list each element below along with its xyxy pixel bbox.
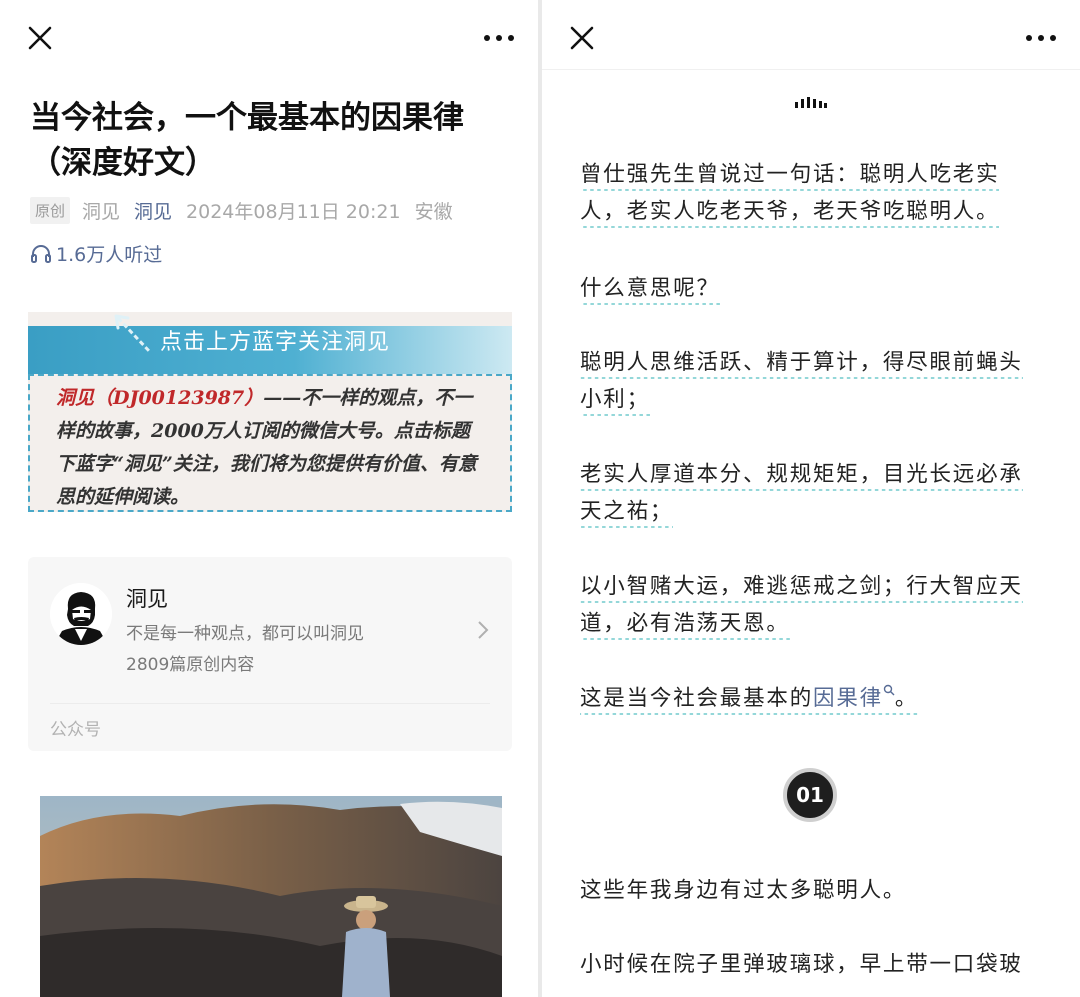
paragraph-1-text: 曾仕强先生曾说过一句话：聪明人吃老实人，老实人吃老天爷，老天爷吃聪明人。	[580, 162, 1000, 228]
causality-link-text: 因果律	[813, 686, 883, 711]
banner-description-box: 洞见（DJ00123987）——不一样的观点，不一样的故事，2000万人订阅的微…	[28, 374, 512, 512]
publish-date: 2024年08月11日 20:21	[186, 201, 401, 223]
author-name: 洞见	[82, 201, 121, 223]
top-bar	[542, 0, 1080, 70]
more-icon	[1026, 35, 1056, 41]
article-photo	[40, 796, 502, 997]
close-button[interactable]	[24, 22, 56, 54]
top-bar	[0, 0, 538, 70]
paragraph-7: 这些年我身边有过太多聪明人。	[580, 872, 1044, 909]
right-article-panel: 曾仕强先生曾说过一句话：聪明人吃老实人，老实人吃老天爷，老天爷吃聪明人。 什么意…	[542, 0, 1080, 997]
search-icon	[883, 684, 895, 696]
paragraph-6-text: 这是当今社会最基本的	[580, 686, 814, 711]
chevron-right-icon[interactable]	[476, 619, 490, 641]
more-icon	[484, 35, 514, 41]
original-tag: 原创	[30, 197, 71, 224]
paragraph-2: 什么意思呢？	[580, 270, 1044, 307]
paragraph-5-text: 以小智赌大运，难逃惩戒之剑；行大智应天道，必有浩荡天恩。	[580, 574, 1023, 640]
article-meta: 原创 洞见 洞见 2024年08月11日 20:21 安徽	[30, 197, 453, 224]
banner-account-id: 洞见（DJ00123987）	[56, 387, 264, 409]
paragraph-6: 这是当今社会最基本的因果律。	[580, 680, 1044, 717]
causality-link[interactable]: 因果律	[813, 684, 895, 711]
paragraph-8-text: 小时候在院子里弹玻璃球，早上带一口袋玻	[580, 952, 1023, 977]
left-article-panel: 当今社会，一个最基本的因果律（深度好文） 原创 洞见 洞见 2024年08月11…	[0, 0, 538, 997]
paragraph-5: 以小智赌大运，难逃惩戒之剑；行大智应天道，必有浩荡天恩。	[580, 568, 1044, 642]
paragraph-3-text: 聪明人思维活跃、精于算计，得尽眼前蝇头小利；	[580, 350, 1023, 416]
banner-follow-text: 点击上方蓝字关注洞见	[160, 330, 391, 355]
paragraph-7-text: 这些年我身边有过太多聪明人。	[580, 878, 907, 903]
account-link[interactable]: 洞见	[134, 197, 172, 224]
paragraph-2-text: 什么意思呢？	[580, 276, 720, 305]
account-card[interactable]: 洞见 不是每一种观点，都可以叫洞见 2809篇原创内容 公众号	[28, 557, 512, 751]
card-account-name: 洞见	[126, 587, 168, 611]
paragraph-4: 老实人厚道本分、规规矩矩，目光长远必承天之祐；	[580, 456, 1044, 530]
audio-wave-icon[interactable]	[794, 96, 828, 110]
close-icon	[28, 26, 52, 50]
listen-count-text: 1.6万人听过	[56, 244, 163, 266]
section-number-badge: 01	[783, 768, 837, 822]
publish-location: 安徽	[414, 201, 453, 223]
close-button[interactable]	[566, 22, 598, 54]
paragraph-6-line: 这是当今社会最基本的因果律。	[580, 684, 919, 715]
divider	[50, 703, 490, 704]
banner-description: 洞见（DJ00123987）——不一样的观点，不一样的故事，2000万人订阅的微…	[56, 382, 484, 514]
follow-banner[interactable]: 点击上方蓝字关注洞见 洞见（DJ00123987）——不一样的观点，不一样的故事…	[28, 312, 512, 512]
paragraph-6-end: 。	[894, 686, 919, 711]
paragraph-3: 聪明人思维活跃、精于算计，得尽眼前蝇头小利；	[580, 344, 1044, 418]
article-title: 当今社会，一个最基本的因果律（深度好文）	[30, 100, 464, 181]
card-account-description: 不是每一种观点，都可以叫洞见	[126, 624, 364, 644]
headphones-icon	[31, 244, 51, 263]
listen-count[interactable]: 1.6万人听过	[30, 240, 162, 267]
paragraph-1: 曾仕强先生曾说过一句话：聪明人吃老实人，老实人吃老天爷，老天爷吃聪明人。	[580, 156, 1044, 230]
card-article-count: 2809篇原创内容	[126, 655, 255, 675]
more-button[interactable]	[482, 28, 516, 48]
paragraph-4-text: 老实人厚道本分、规规矩矩，目光长远必承天之祐；	[580, 462, 1023, 528]
close-icon	[570, 26, 594, 50]
card-type-label: 公众号	[50, 720, 101, 740]
avatar	[50, 583, 112, 645]
more-button[interactable]	[1024, 28, 1058, 48]
paragraph-8: 小时候在院子里弹玻璃球，早上带一口袋玻	[580, 946, 1044, 983]
